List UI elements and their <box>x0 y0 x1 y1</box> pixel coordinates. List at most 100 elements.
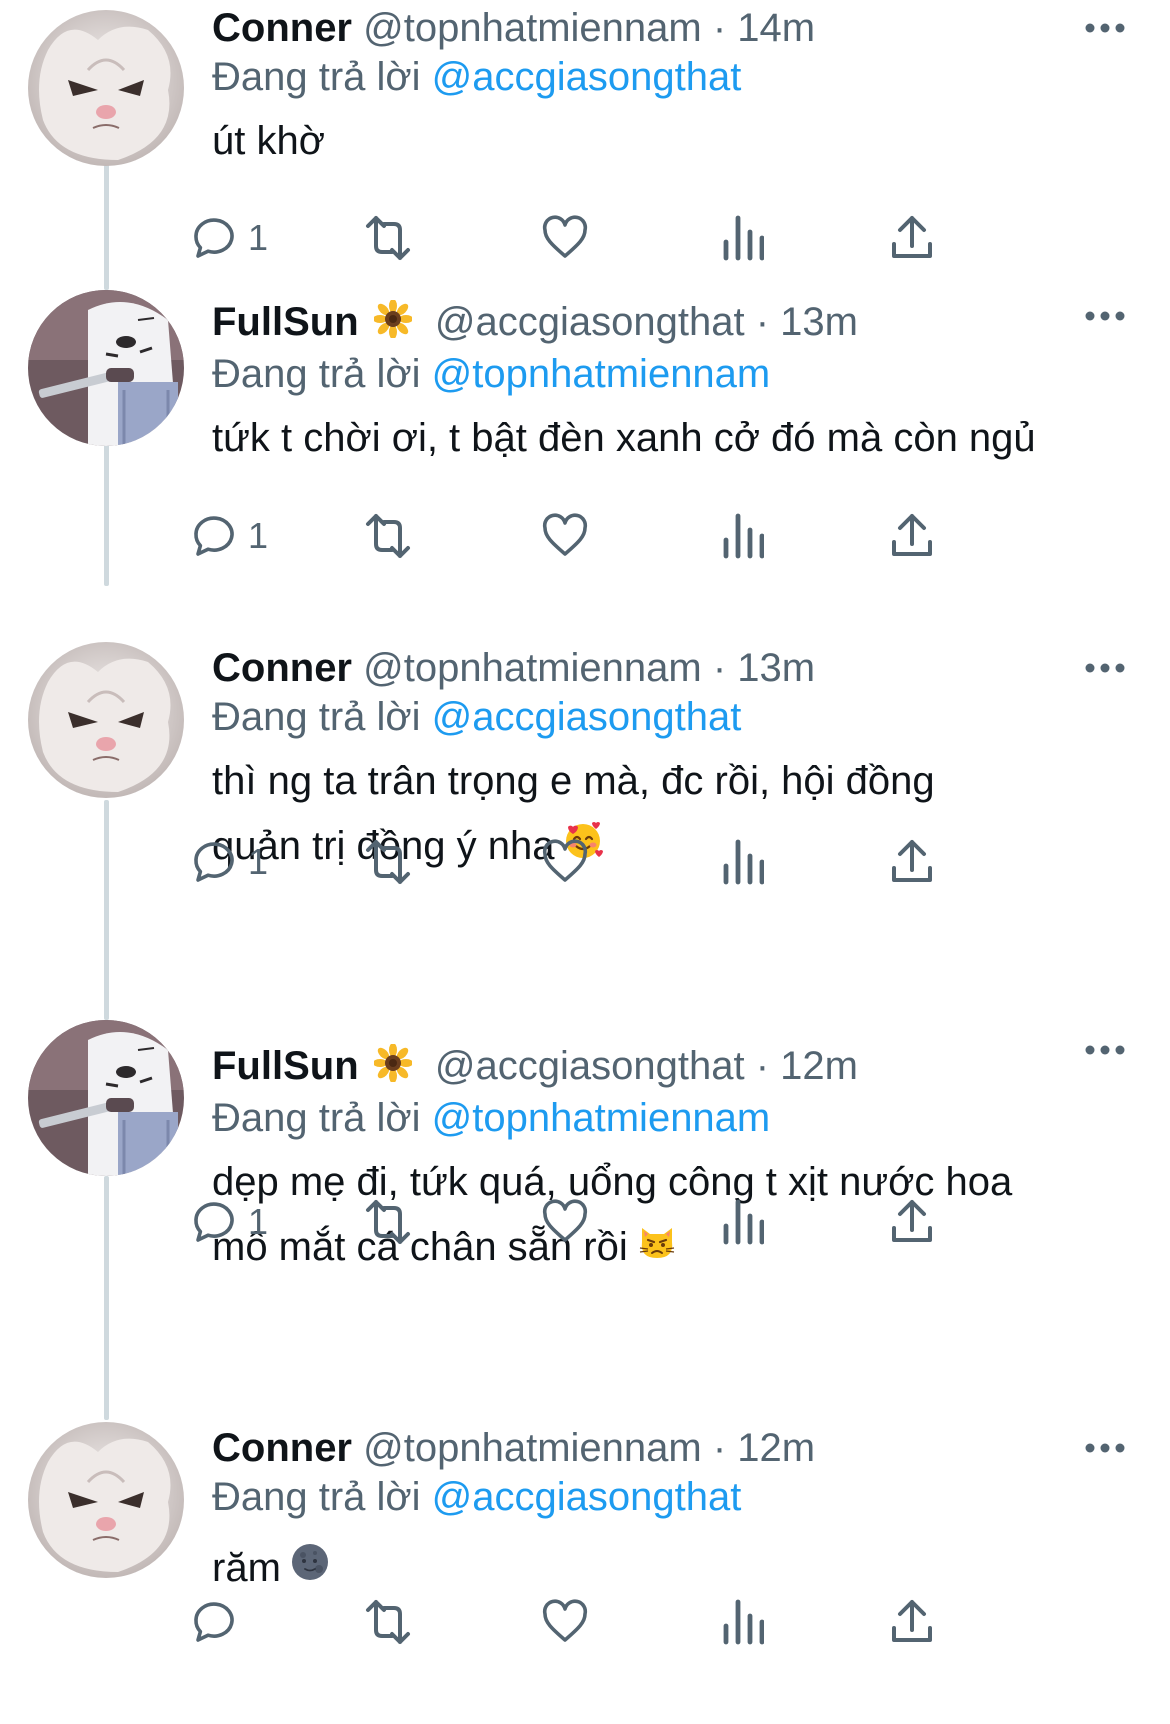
tweet[interactable]: Conner @topnhatmiennam · 12m Đang trả lờ… <box>0 1420 1170 1724</box>
tweet[interactable]: FullSun @accgiasongthat · 13m Đang trả l… <box>0 290 1170 586</box>
like-button[interactable] <box>540 1192 590 1252</box>
share-button[interactable] <box>890 1192 934 1252</box>
replying-to: Đang trả lời @topnhatmiennam <box>212 1093 1130 1143</box>
views-button[interactable] <box>720 832 764 892</box>
separator-dot: · <box>755 1044 770 1088</box>
tweet-text: út khờ <box>212 109 1130 174</box>
author-name[interactable]: Conner <box>212 1426 352 1470</box>
analytics-icon <box>723 839 764 885</box>
tweet-actions: 1 <box>194 506 1042 566</box>
author-handle[interactable]: @topnhatmiennam <box>363 6 702 50</box>
reply-button[interactable]: 1 <box>190 1192 268 1252</box>
replying-to-handle[interactable]: @topnhatmiennam <box>432 352 771 396</box>
like-button[interactable] <box>540 1592 590 1652</box>
author-name[interactable]: Conner <box>212 6 352 50</box>
author-name[interactable]: Conner <box>212 646 352 690</box>
retweet-button[interactable] <box>360 208 416 268</box>
views-button[interactable] <box>720 208 764 268</box>
share-icon <box>892 514 932 556</box>
timestamp[interactable]: 14m <box>737 6 815 50</box>
tweet-actions <box>194 1592 1042 1652</box>
retweet-icon <box>366 514 410 558</box>
reply-button[interactable]: 1 <box>190 208 268 268</box>
replying-to-handle[interactable]: @accgiasongthat <box>432 55 742 99</box>
analytics-icon <box>723 215 764 261</box>
share-icon <box>892 840 932 882</box>
retweet-button[interactable] <box>360 1192 416 1252</box>
timestamp[interactable]: 12m <box>737 1426 815 1470</box>
sunflower-emoji <box>372 298 413 349</box>
analytics-icon <box>723 1599 764 1645</box>
avatar-conner[interactable] <box>28 1422 184 1578</box>
tweet-text-line: tứk t chời ơi, t bật đèn xanh cở đó mà c… <box>212 415 1036 460</box>
heart-icon <box>542 215 588 258</box>
reply-count: 1 <box>248 217 269 258</box>
retweet-icon <box>366 1200 410 1244</box>
tweet-text-line: thì ng ta trân trọng e mà, đc rồi, hội đ… <box>212 759 935 803</box>
reply-button[interactable]: 1 <box>190 506 268 566</box>
author-handle[interactable]: @accgiasongthat <box>435 300 745 344</box>
views-button[interactable] <box>720 1192 764 1252</box>
heart-icon <box>542 839 588 882</box>
share-icon <box>892 216 932 258</box>
avatar-fullsun[interactable] <box>28 1020 184 1176</box>
like-button[interactable] <box>540 208 590 268</box>
retweet-icon <box>366 840 410 884</box>
tweet[interactable]: Conner @topnhatmiennam · 13m Đang trả lờ… <box>0 640 1170 1020</box>
timestamp[interactable]: 13m <box>780 300 858 344</box>
share-button[interactable] <box>890 506 934 566</box>
reply-icon <box>194 1602 234 1642</box>
more-icon[interactable] <box>1080 1026 1130 1074</box>
heart-icon <box>542 1199 588 1242</box>
retweet-button[interactable] <box>360 506 416 566</box>
more-icon[interactable] <box>1080 4 1130 52</box>
separator-dot: · <box>712 646 727 690</box>
separator-dot: · <box>755 300 770 344</box>
heart-icon <box>542 513 588 556</box>
retweet-icon <box>366 216 410 260</box>
replying-to: Đang trả lời @accgiasongthat <box>212 52 1130 102</box>
views-button[interactable] <box>720 506 764 566</box>
views-button[interactable] <box>720 1592 764 1652</box>
more-icon[interactable] <box>1080 644 1130 692</box>
sunflower-emoji <box>372 1042 413 1093</box>
replying-to-label: Đang trả lời <box>212 1475 421 1519</box>
author-handle[interactable]: @topnhatmiennam <box>363 1426 702 1470</box>
share-icon <box>892 1200 932 1242</box>
share-button[interactable] <box>890 1592 934 1652</box>
reply-count: 1 <box>248 841 269 882</box>
timestamp[interactable]: 13m <box>737 646 815 690</box>
tweet-text: tứk t chời ơi, t bật đèn xanh cở đó mà c… <box>212 406 1130 471</box>
tweet-actions: 1 <box>194 832 1042 892</box>
tweet-text-line: út khờ <box>212 119 325 163</box>
replying-to: Đang trả lời @topnhatmiennam <box>212 349 1130 399</box>
replying-to-handle[interactable]: @topnhatmiennam <box>432 1096 771 1140</box>
avatar-fullsun[interactable] <box>28 290 184 446</box>
reply-thread: Conner @topnhatmiennam · 14m Đang trả lờ… <box>0 0 1170 1724</box>
more-icon[interactable] <box>1080 292 1130 340</box>
timestamp[interactable]: 12m <box>780 1044 858 1088</box>
tweet[interactable]: FullSun @accgiasongthat · 12m Đang trả l… <box>0 1020 1170 1420</box>
more-icon[interactable] <box>1080 1424 1130 1472</box>
avatar-conner[interactable] <box>28 642 184 798</box>
tweet-text-line: răm <box>212 1546 281 1590</box>
reply-button[interactable]: 1 <box>190 832 268 892</box>
replying-to-handle[interactable]: @accgiasongthat <box>432 695 742 739</box>
share-button[interactable] <box>890 208 934 268</box>
separator-dot: · <box>712 1426 727 1470</box>
like-button[interactable] <box>540 832 590 892</box>
like-button[interactable] <box>540 506 590 566</box>
author-name[interactable]: FullSun <box>212 1044 359 1088</box>
author-name[interactable]: FullSun <box>212 300 359 344</box>
author-handle[interactable]: @accgiasongthat <box>435 1044 745 1088</box>
share-button[interactable] <box>890 832 934 892</box>
reply-icon <box>194 1202 234 1242</box>
tweet-actions: 1 <box>194 1192 1042 1252</box>
reply-button[interactable] <box>190 1592 248 1652</box>
retweet-button[interactable] <box>360 832 416 892</box>
replying-to-handle[interactable]: @accgiasongthat <box>432 1475 742 1519</box>
avatar-conner[interactable] <box>28 10 184 166</box>
author-handle[interactable]: @topnhatmiennam <box>363 646 702 690</box>
retweet-button[interactable] <box>360 1592 416 1652</box>
tweet[interactable]: Conner @topnhatmiennam · 14m Đang trả lờ… <box>0 0 1170 290</box>
